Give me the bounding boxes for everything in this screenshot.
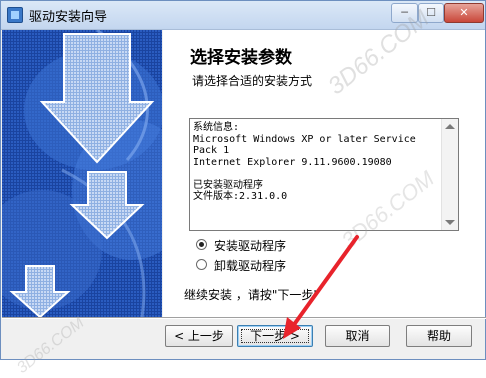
installer-window: 驱动安装向导 ─ ☐ ✕ 选择安装参数 请选择合适的安装方式 系统信息: Mic… <box>0 0 486 377</box>
side-banner <box>2 30 162 317</box>
system-info-text: 系统信息: Microsoft Windows XP or later Serv… <box>193 122 416 202</box>
install-radio[interactable] <box>196 239 207 250</box>
scroll-down-arrow-icon[interactable] <box>445 220 455 225</box>
close-icon: ✕ <box>459 6 469 19</box>
app-icon <box>7 7 23 23</box>
next-button[interactable]: 下一步 > <box>237 325 313 347</box>
banner-graphic <box>2 30 162 317</box>
continue-hint: 继续安装 ，请按"下一步" <box>184 288 319 302</box>
page-subtitle: 请选择合适的安装方式 <box>192 74 313 88</box>
uninstall-radio-label[interactable]: 卸载驱动程序 <box>214 257 286 274</box>
help-button[interactable]: 帮助 <box>406 325 472 347</box>
info-scrollbar[interactable] <box>441 119 458 230</box>
install-radio-label[interactable]: 安装驱动程序 <box>214 237 286 254</box>
uninstall-radio[interactable] <box>196 259 207 270</box>
window-title: 驱动安装向导 <box>29 10 108 25</box>
page-title: 选择安装参数 <box>190 48 292 68</box>
scroll-up-arrow-icon[interactable] <box>445 124 455 129</box>
back-button[interactable]: < 上一步 <box>165 325 233 347</box>
cancel-button[interactable]: 取消 <box>325 325 390 347</box>
close-button[interactable]: ✕ <box>444 3 484 23</box>
watermark-tertiary: 3D66.COM <box>13 314 88 377</box>
